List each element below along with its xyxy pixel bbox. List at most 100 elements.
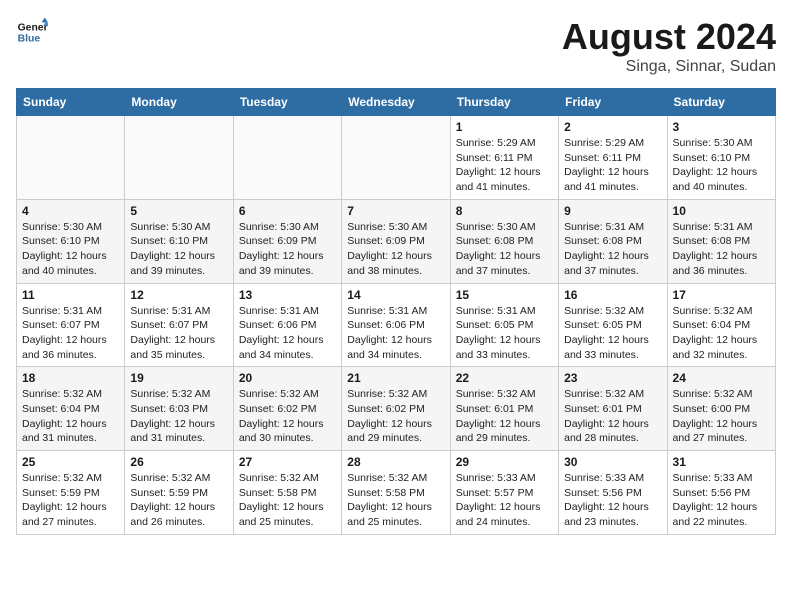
day-number: 3 [673,120,770,134]
day-info: Sunrise: 5:31 AM Sunset: 6:08 PM Dayligh… [564,220,661,279]
day-info: Sunrise: 5:32 AM Sunset: 5:59 PM Dayligh… [130,471,227,530]
weekday-header-tuesday: Tuesday [233,89,341,116]
day-info: Sunrise: 5:29 AM Sunset: 6:11 PM Dayligh… [564,136,661,195]
day-number: 28 [347,455,444,469]
day-number: 13 [239,288,336,302]
calendar-cell: 23 Sunrise: 5:32 AM Sunset: 6:01 PM Dayli… [559,367,667,451]
logo: General Blue [16,16,48,48]
day-info: Sunrise: 5:32 AM Sunset: 6:03 PM Dayligh… [130,387,227,446]
day-number: 10 [673,204,770,218]
calendar-cell: 1 Sunrise: 5:29 AM Sunset: 6:11 PM Daylig… [450,116,558,200]
day-number: 18 [22,371,119,385]
calendar-cell: 17 Sunrise: 5:32 AM Sunset: 6:04 PM Dayli… [667,283,775,367]
day-number: 22 [456,371,553,385]
svg-text:Blue: Blue [18,34,41,45]
day-number: 20 [239,371,336,385]
day-info: Sunrise: 5:30 AM Sunset: 6:10 PM Dayligh… [673,136,770,195]
calendar-cell: 24 Sunrise: 5:32 AM Sunset: 6:00 PM Dayli… [667,367,775,451]
calendar-cell: 27 Sunrise: 5:32 AM Sunset: 5:58 PM Dayli… [233,451,341,535]
calendar-cell: 19 Sunrise: 5:32 AM Sunset: 6:03 PM Dayli… [125,367,233,451]
week-row-1: 1 Sunrise: 5:29 AM Sunset: 6:11 PM Daylig… [17,116,776,200]
calendar-cell: 21 Sunrise: 5:32 AM Sunset: 6:02 PM Dayli… [342,367,450,451]
day-info: Sunrise: 5:30 AM Sunset: 6:09 PM Dayligh… [347,220,444,279]
day-info: Sunrise: 5:31 AM Sunset: 6:06 PM Dayligh… [347,304,444,363]
day-number: 29 [456,455,553,469]
day-number: 7 [347,204,444,218]
day-info: Sunrise: 5:31 AM Sunset: 6:07 PM Dayligh… [130,304,227,363]
calendar-cell: 26 Sunrise: 5:32 AM Sunset: 5:59 PM Dayli… [125,451,233,535]
day-number: 16 [564,288,661,302]
day-number: 8 [456,204,553,218]
day-number: 11 [22,288,119,302]
day-info: Sunrise: 5:32 AM Sunset: 5:58 PM Dayligh… [347,471,444,530]
calendar-cell: 3 Sunrise: 5:30 AM Sunset: 6:10 PM Daylig… [667,116,775,200]
calendar-cell: 13 Sunrise: 5:31 AM Sunset: 6:06 PM Dayli… [233,283,341,367]
calendar-cell: 31Sunrise: 5:33 AM Sunset: 5:56 PM Dayli… [667,451,775,535]
week-row-4: 18 Sunrise: 5:32 AM Sunset: 6:04 PM Dayli… [17,367,776,451]
calendar-cell: 5Sunrise: 5:30 AM Sunset: 6:10 PM Daylig… [125,199,233,283]
calendar-cell: 2 Sunrise: 5:29 AM Sunset: 6:11 PM Daylig… [559,116,667,200]
day-info: Sunrise: 5:30 AM Sunset: 6:10 PM Dayligh… [130,220,227,279]
day-number: 23 [564,371,661,385]
day-info: Sunrise: 5:32 AM Sunset: 5:59 PM Dayligh… [22,471,119,530]
day-number: 15 [456,288,553,302]
calendar-cell: 15 Sunrise: 5:31 AM Sunset: 6:05 PM Dayli… [450,283,558,367]
calendar-cell: 7 Sunrise: 5:30 AM Sunset: 6:09 PM Daylig… [342,199,450,283]
day-number: 1 [456,120,553,134]
day-number: 2 [564,120,661,134]
day-info: Sunrise: 5:31 AM Sunset: 6:08 PM Dayligh… [673,220,770,279]
weekday-header-row: SundayMondayTuesdayWednesdayThursdayFrid… [17,89,776,116]
day-number: 14 [347,288,444,302]
calendar-cell: 28 Sunrise: 5:32 AM Sunset: 5:58 PM Dayli… [342,451,450,535]
calendar-cell: 18 Sunrise: 5:32 AM Sunset: 6:04 PM Dayli… [17,367,125,451]
day-info: Sunrise: 5:29 AM Sunset: 6:11 PM Dayligh… [456,136,553,195]
day-number: 27 [239,455,336,469]
day-number: 25 [22,455,119,469]
day-info: Sunrise: 5:32 AM Sunset: 6:02 PM Dayligh… [347,387,444,446]
calendar-table: SundayMondayTuesdayWednesdayThursdayFrid… [16,88,776,535]
calendar-cell [17,116,125,200]
title-block: August 2024 Singa, Sinnar, Sudan [562,16,776,76]
day-info: Sunrise: 5:32 AM Sunset: 6:04 PM Dayligh… [22,387,119,446]
day-number: 26 [130,455,227,469]
week-row-5: 25 Sunrise: 5:32 AM Sunset: 5:59 PM Dayli… [17,451,776,535]
day-info: Sunrise: 5:32 AM Sunset: 6:02 PM Dayligh… [239,387,336,446]
day-info: Sunrise: 5:32 AM Sunset: 6:01 PM Dayligh… [456,387,553,446]
day-info: Sunrise: 5:32 AM Sunset: 6:01 PM Dayligh… [564,387,661,446]
day-info: Sunrise: 5:30 AM Sunset: 6:10 PM Dayligh… [22,220,119,279]
day-number: 6 [239,204,336,218]
calendar-cell: 29 Sunrise: 5:33 AM Sunset: 5:57 PM Dayli… [450,451,558,535]
calendar-cell: 9Sunrise: 5:31 AM Sunset: 6:08 PM Daylig… [559,199,667,283]
weekday-header-wednesday: Wednesday [342,89,450,116]
day-number: 21 [347,371,444,385]
calendar-subtitle: Singa, Sinnar, Sudan [562,58,776,76]
svg-text:General: General [18,22,48,33]
calendar-cell: 25 Sunrise: 5:32 AM Sunset: 5:59 PM Dayli… [17,451,125,535]
calendar-cell: 8Sunrise: 5:30 AM Sunset: 6:08 PM Daylig… [450,199,558,283]
day-number: 17 [673,288,770,302]
day-info: Sunrise: 5:32 AM Sunset: 5:58 PM Dayligh… [239,471,336,530]
day-info: Sunrise: 5:33 AM Sunset: 5:57 PM Dayligh… [456,471,553,530]
day-number: 19 [130,371,227,385]
weekday-header-saturday: Saturday [667,89,775,116]
day-info: Sunrise: 5:31 AM Sunset: 6:05 PM Dayligh… [456,304,553,363]
weekday-header-sunday: Sunday [17,89,125,116]
page-header: General Blue August 2024 Singa, Sinnar, … [16,16,776,76]
calendar-cell: 11Sunrise: 5:31 AM Sunset: 6:07 PM Dayli… [17,283,125,367]
calendar-cell: 10 Sunrise: 5:31 AM Sunset: 6:08 PM Dayli… [667,199,775,283]
calendar-cell [233,116,341,200]
calendar-cell: 4 Sunrise: 5:30 AM Sunset: 6:10 PM Daylig… [17,199,125,283]
calendar-cell: 12 Sunrise: 5:31 AM Sunset: 6:07 PM Dayli… [125,283,233,367]
day-number: 4 [22,204,119,218]
day-number: 12 [130,288,227,302]
day-info: Sunrise: 5:32 AM Sunset: 6:00 PM Dayligh… [673,387,770,446]
day-info: Sunrise: 5:32 AM Sunset: 6:04 PM Dayligh… [673,304,770,363]
day-number: 24 [673,371,770,385]
logo-icon: General Blue [16,16,48,48]
calendar-cell: 30Sunrise: 5:33 AM Sunset: 5:56 PM Dayli… [559,451,667,535]
day-info: Sunrise: 5:30 AM Sunset: 6:09 PM Dayligh… [239,220,336,279]
day-info: Sunrise: 5:31 AM Sunset: 6:06 PM Dayligh… [239,304,336,363]
calendar-cell: 20 Sunrise: 5:32 AM Sunset: 6:02 PM Dayli… [233,367,341,451]
calendar-cell: 14 Sunrise: 5:31 AM Sunset: 6:06 PM Dayli… [342,283,450,367]
day-number: 30 [564,455,661,469]
